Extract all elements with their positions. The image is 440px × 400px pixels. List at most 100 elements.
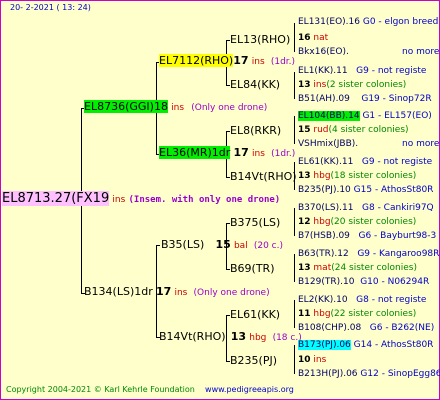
- gen4-7-num: 10: [298, 355, 311, 365]
- gen4-3-insem: hbg: [313, 171, 331, 181]
- gen4-7-mid: 10 ins: [298, 356, 326, 365]
- gen4-5-sisters: (24 sister colonies): [331, 263, 417, 273]
- root-insem: ins: [112, 195, 126, 205]
- gen4-0-top-name: EL131(EO).16: [298, 17, 360, 27]
- gen4-2-sisters: (4 sister colonies): [328, 125, 409, 135]
- root-queen-name: EL8713.27(FX19: [2, 191, 110, 206]
- gen1-b-queen[interactable]: B134(LS)1dr 17 ins (Only one drone): [84, 286, 270, 298]
- gen3-a1a-queen[interactable]: EL13(RHO): [230, 34, 290, 45]
- gen4-4-num: 12: [298, 217, 311, 227]
- connector: [156, 245, 160, 246]
- gen4-0-num: 16: [298, 33, 311, 43]
- gen3-b1b-queen[interactable]: B69(TR): [230, 263, 275, 274]
- footer-copyright: Copyright 2004-2021 © Karl Kehrle Founda…: [6, 385, 195, 394]
- gen1-a-note: (Only one drone): [191, 103, 268, 113]
- gen2-a2-name: EL36(MR)1dr: [159, 146, 231, 159]
- gen4-0-insem: nat: [313, 33, 329, 43]
- gen3-b1a-queen[interactable]: B375(LS): [230, 217, 280, 228]
- gen4-5-num: 13: [298, 263, 311, 273]
- gen4-5-bottom-right: G10 - N06294R: [360, 277, 430, 287]
- gen4-0-mid: 16 nat: [298, 34, 328, 43]
- gen2-a1-queen[interactable]: EL7112(RHO)17 ins (1dr.): [159, 54, 296, 67]
- gen4-6-top-right: G8 - not registe: [356, 295, 427, 305]
- gen2-a2-insem: ins: [251, 149, 265, 159]
- gen3-b2a-queen[interactable]: EL61(KK): [230, 309, 280, 320]
- gen3-a2b-queen[interactable]: B14Vt(RHO): [230, 171, 297, 182]
- gen4-2-insem: rud: [313, 125, 329, 135]
- gen4-7-bottom-right: G12 - SinopEgg86R: [360, 369, 440, 379]
- footer: Copyright 2004-2021 © Karl Kehrle Founda…: [6, 386, 294, 394]
- gen4-5-bottom[interactable]: B129(TR).10 G10 - N06294R: [298, 278, 429, 287]
- gen4-5-top[interactable]: B63(TR).12 G9 - Kangaroo98R: [298, 250, 439, 259]
- gen4-5-insem: mat: [313, 263, 332, 273]
- gen2-a1-name: EL7112(RHO): [159, 54, 234, 67]
- gen4-4-bottom-right: G6 - Bayburt98-3: [358, 231, 437, 241]
- gen4-7-top-name: B173(PJ).06: [298, 340, 351, 350]
- gen4-2-bottom-name[interactable]: VSHmix(JBB).: [298, 140, 358, 149]
- gen1-a-name: EL8736(GGI)18: [84, 100, 168, 113]
- gen4-5-bottom-name: B129(TR).10: [298, 277, 355, 287]
- gen2-b1-note: (20 c.): [253, 241, 284, 251]
- gen4-5-top-name: B63(TR).12: [298, 249, 349, 259]
- gen3-b2b-queen[interactable]: B235(PJ): [230, 355, 277, 366]
- gen4-1-top-right: G9 - not registe: [356, 66, 427, 76]
- gen4-4-bottom[interactable]: B7(HSB).09 G6 - Bayburt98-3: [298, 232, 436, 241]
- gen4-2-top-right: G1 - EL157(EO): [362, 111, 432, 121]
- gen2-a1-insem: ins: [251, 57, 265, 67]
- gen2-b2-insem: hbg: [249, 333, 267, 343]
- gen4-3-top-right: G9 - not registe: [361, 157, 433, 167]
- gen1-b-name: B134(LS)1dr: [84, 285, 153, 298]
- gen4-4-bottom-name: B7(HSB).09: [298, 231, 350, 241]
- gen4-3-bottom-name: B235(PJ).10: [298, 185, 351, 195]
- gen4-0-bottom-name[interactable]: Bkx16(EO).: [298, 48, 349, 57]
- gen4-1-top[interactable]: EL1(KK).11 G9 - not registe: [298, 67, 426, 76]
- date-stamp: 20- 2-2021 ( 13: 24): [10, 3, 91, 12]
- gen4-4-insem: hbg: [313, 217, 331, 227]
- gen4-1-bottom[interactable]: B51(AH).09 G19 - Sinop72R: [298, 95, 432, 104]
- gen1-a-queen[interactable]: EL8736(GGI)18 ins (Only one drone): [84, 100, 268, 113]
- connector: [294, 208, 295, 236]
- gen4-6-top[interactable]: EL2(KK).10 G8 - not registe: [298, 296, 426, 305]
- connector: [294, 300, 295, 328]
- gen4-6-num: 11: [298, 309, 311, 319]
- gen4-6-sisters: (22 sister colonies): [330, 309, 417, 319]
- gen2-b2-queen[interactable]: B14Vt(RHO) 13 hbg (18 c.): [159, 331, 302, 343]
- gen4-6-mid: 11 hbg(22 sister colonies): [298, 310, 416, 319]
- gen4-6-bottom-right: G6 - B262(NE): [369, 323, 435, 333]
- gen4-3-num: 13: [298, 171, 311, 181]
- gen4-4-top[interactable]: B370(LS).11 G8 - Cankiri97Q: [298, 204, 434, 213]
- gen4-7-top-right: G14 - AthosSt80R: [353, 340, 434, 350]
- gen4-2-top[interactable]: EL104(BB).14 G1 - EL157(EO): [298, 111, 432, 121]
- gen1-b-insem: ins: [174, 288, 188, 298]
- gen2-b1-name: B35(LS): [161, 238, 205, 251]
- gen4-7-bottom-name: B213H(PJ).06: [298, 369, 358, 379]
- gen4-3-top[interactable]: EL61(KK).11 G9 - not registe: [298, 158, 432, 167]
- gen2-b2-name: B14Vt(RHO): [159, 330, 226, 343]
- gen4-3-sisters: (18 sister colonies): [330, 171, 417, 181]
- gen4-1-num: 13: [298, 80, 311, 90]
- gen4-0-top[interactable]: EL131(EO).16 G0 - elgon breed: [298, 18, 438, 27]
- root-note: (Insem. with only one drone): [128, 195, 281, 205]
- connector: [294, 23, 295, 52]
- gen4-7-top[interactable]: B173(PJ).06 G14 - AthosSt80R: [298, 340, 434, 350]
- gen4-5-mid: 13 mat(24 sister colonies): [298, 264, 417, 273]
- gen4-6-top-name: EL2(KK).10: [298, 295, 348, 305]
- gen4-3-top-name: EL61(KK).11: [298, 157, 354, 167]
- root-queen[interactable]: EL8713.27(FX19 ins (Insem. with only one…: [2, 191, 281, 206]
- footer-website-link[interactable]: www.pedigreeapis.org: [205, 385, 294, 394]
- gen4-3-bottom[interactable]: B235(PJ).10 G15 - AthosSt80R: [298, 186, 433, 195]
- gen3-a1b-queen[interactable]: EL84(KK): [230, 79, 280, 90]
- gen4-6-bottom[interactable]: B108(CHP).08 G6 - B262(NE): [298, 324, 434, 333]
- gen4-4-top-right: G8 - Cankiri97Q: [362, 203, 434, 213]
- gen4-7-bottom[interactable]: B213H(PJ).06 G12 - SinopEgg86R: [298, 370, 440, 379]
- gen2-a2-queen[interactable]: EL36(MR)1dr 17 ins (1dr.): [159, 146, 296, 159]
- connector: [294, 116, 295, 144]
- gen1-b-num: 17: [155, 285, 172, 298]
- gen4-0-top-right: G0 - elgon breed: [362, 17, 439, 27]
- gen2-a1-note: (1dr.): [270, 57, 296, 67]
- gen4-1-insem: ins: [313, 80, 327, 90]
- gen2-a2-note: (1dr.): [271, 149, 296, 159]
- gen2-b1-queen[interactable]: B35(LS) 15 bal (20 c.): [161, 239, 283, 251]
- connector: [294, 254, 295, 282]
- gen3-a2a-queen[interactable]: EL8(RKR): [230, 125, 281, 136]
